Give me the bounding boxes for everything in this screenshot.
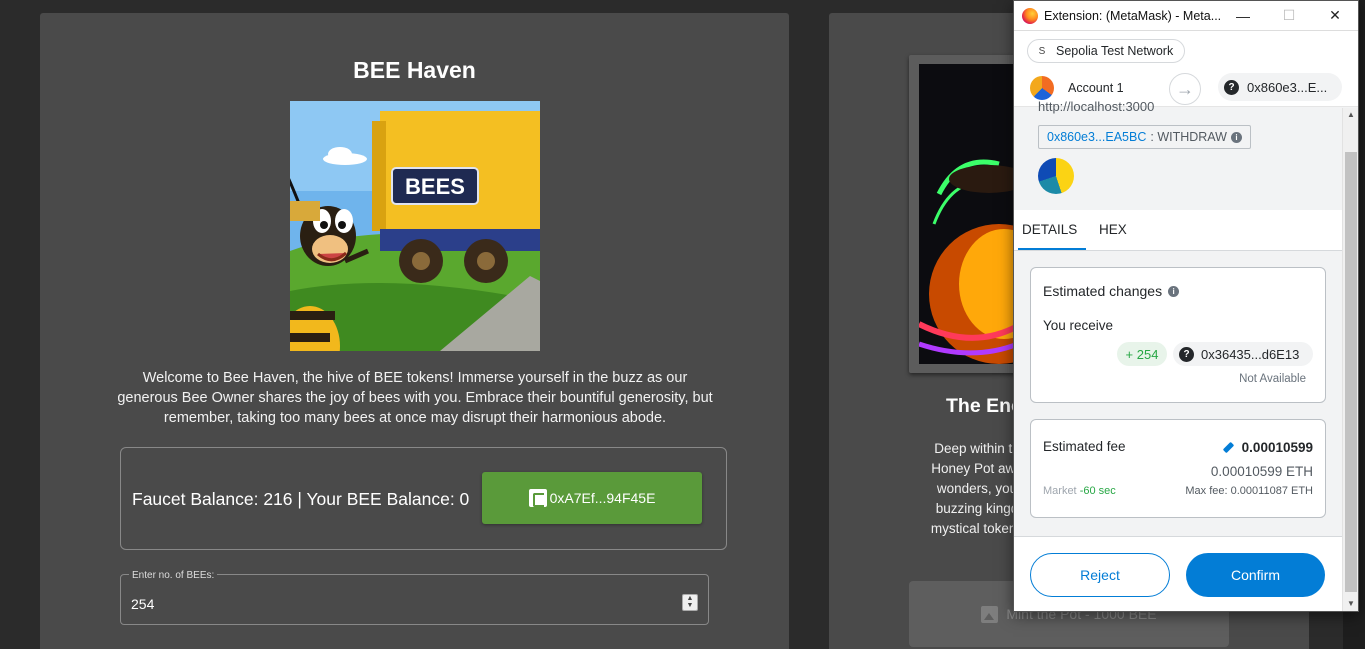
details-panel: Estimated changes i You receive + 254 ? … xyxy=(1014,251,1358,576)
fee-amount: 0.00010599 xyxy=(1241,440,1313,455)
intro-text: Welcome to Bee Haven, the hive of BEE to… xyxy=(117,370,713,426)
contract-address-link[interactable]: 0x860e3...EA5BC xyxy=(1047,130,1146,144)
wallet-address-label: 0xA7Ef...94F45E xyxy=(549,490,656,506)
bees-amount-input[interactable] xyxy=(131,596,651,612)
estimated-changes-card: Estimated changes i You receive + 254 ? … xyxy=(1030,267,1326,403)
destination-address-text: 0x860e3...E... xyxy=(1247,79,1328,95)
receive-amount: + 254 xyxy=(1117,342,1167,366)
token-avatar xyxy=(1038,158,1074,194)
network-row: S Sepolia Test Network xyxy=(1014,31,1358,67)
metamask-popup: Extension: (MetaMask) - Meta... — ☐ ✕ S … xyxy=(1013,0,1359,612)
estimated-changes-heading: Estimated changes i xyxy=(1043,283,1180,299)
bees-field-label: Enter no. of BEEs: xyxy=(129,570,218,581)
balance-text: Faucet Balance: 216 | Your BEE Balance: … xyxy=(132,489,470,509)
honey-pot-title: The Enc xyxy=(946,395,1022,417)
transaction-origin: http://localhost:3000 0x860e3...EA5BC : … xyxy=(1014,99,1358,210)
scroll-down-arrow[interactable]: ▼ xyxy=(1343,597,1358,611)
scroll-thumb[interactable] xyxy=(1345,152,1357,592)
confirm-button[interactable]: Confirm xyxy=(1186,553,1325,597)
network-name: Sepolia Test Network xyxy=(1056,44,1174,58)
estimated-fee-label: Estimated fee xyxy=(1043,439,1126,454)
edit-gas-icon[interactable] xyxy=(1222,442,1234,454)
receive-token-address: 0x36435...d6E13 xyxy=(1201,346,1300,362)
action-footer: Reject Confirm xyxy=(1014,536,1343,611)
minimize-button[interactable]: — xyxy=(1220,1,1266,31)
window-title: Extension: (MetaMask) - Meta... xyxy=(1044,8,1220,23)
account-avatar xyxy=(1030,76,1054,100)
page-title: BEE Haven xyxy=(353,57,476,83)
method-name: : WITHDRAW xyxy=(1150,130,1227,144)
honey-pot-image-frame xyxy=(909,55,1029,373)
window-titlebar: Extension: (MetaMask) - Meta... — ☐ ✕ xyxy=(1014,1,1358,31)
market-time: -60 sec xyxy=(1079,485,1116,497)
close-button[interactable]: ✕ xyxy=(1312,1,1358,31)
tab-bar: DETAILS HEX xyxy=(1014,210,1358,251)
scrollbar[interactable]: ▲ ▼ xyxy=(1342,108,1358,611)
network-initial: S xyxy=(1038,45,1046,57)
info-icon[interactable]: i xyxy=(1230,131,1242,143)
active-tab-indicator xyxy=(1018,248,1086,250)
destination-address[interactable]: ? 0x860e3...E... xyxy=(1218,73,1342,101)
bee-truck-image: BEES xyxy=(290,101,540,351)
estimated-fee-value: 0.00010599 xyxy=(1222,440,1313,455)
question-icon: ? xyxy=(1224,79,1239,95)
firefox-icon xyxy=(1022,7,1038,24)
tab-details[interactable]: DETAILS xyxy=(1022,222,1077,237)
estimated-changes-title: Estimated changes xyxy=(1043,283,1163,299)
tab-hex[interactable]: HEX xyxy=(1099,222,1127,237)
balance-panel: Faucet Balance: 216 | Your BEE Balance: … xyxy=(120,447,727,550)
max-fee: Max fee: 0.00011087 ETH xyxy=(1185,485,1313,497)
question-icon: ? xyxy=(1179,346,1194,362)
wallet-address-button[interactable]: 0xA7Ef...94F45E xyxy=(482,472,702,524)
scroll-up-arrow[interactable]: ▲ xyxy=(1343,108,1358,122)
estimated-fee-card: Estimated fee 0.00010599 0.00010599 ETH … xyxy=(1030,419,1326,518)
truck-sign-text: BEES xyxy=(405,174,465,199)
maximize-button[interactable]: ☐ xyxy=(1266,1,1312,31)
you-receive-label: You receive xyxy=(1043,318,1114,333)
arrow-right-icon: → xyxy=(1169,73,1201,105)
bees-amount-field[interactable]: Enter no. of BEEs: ▲▼ xyxy=(120,570,709,625)
number-spinner[interactable]: ▲ ▼ xyxy=(682,594,698,611)
market-estimate: Market -60 sec xyxy=(1043,485,1116,497)
account-name[interactable]: Account 1 xyxy=(1068,81,1124,95)
fee-eth: 0.00010599 ETH xyxy=(1210,464,1313,479)
network-selector[interactable]: S Sepolia Test Network xyxy=(1027,39,1186,63)
info-icon[interactable]: i xyxy=(1168,285,1180,297)
image-icon xyxy=(981,605,999,623)
origin-url: http://localhost:3000 xyxy=(1038,99,1155,114)
fiat-not-available: Not Available xyxy=(1239,373,1306,385)
wallet-icon xyxy=(528,489,547,507)
bee-haven-card: BEE Haven BEES Welcome to Bee Haven, the… xyxy=(40,13,789,649)
market-label: Market xyxy=(1043,485,1077,497)
method-pill: 0x860e3...EA5BC : WITHDRAW i xyxy=(1038,125,1251,149)
receive-token[interactable]: ? 0x36435...d6E13 xyxy=(1173,342,1313,366)
reject-button[interactable]: Reject xyxy=(1030,553,1170,597)
